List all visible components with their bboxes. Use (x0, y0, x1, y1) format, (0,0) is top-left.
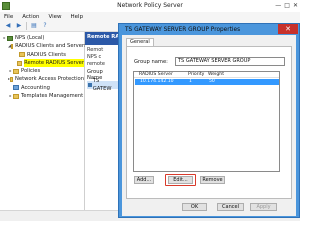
server-address: 10.174.142.10 (140, 79, 174, 84)
list-header: RADIUS Server Priority Weight (134, 72, 279, 78)
column-weight[interactable]: Weight (208, 72, 224, 78)
close-window-button[interactable]: ✕ (293, 2, 298, 9)
panel-description: Remot NPS c remote (87, 47, 119, 68)
folder-icon (19, 52, 25, 58)
description-line: Remot (87, 47, 104, 53)
column-radius-server[interactable]: RADIUS Server (139, 72, 173, 78)
server-priority: 1 (189, 79, 192, 84)
maximize-button[interactable]: □ (284, 2, 290, 9)
server-weight: 50 (209, 79, 215, 84)
cancel-button[interactable]: Cancel (217, 203, 244, 211)
tree-item-templates-management[interactable]: ▸ Templates Management (0, 92, 84, 100)
tree-item-radius-clients-and-servers[interactable]: ◢ RADIUS Clients and Servers (0, 42, 87, 50)
ok-button[interactable]: OK (182, 203, 207, 211)
folder-icon (13, 68, 19, 74)
help-icon[interactable]: ? (41, 22, 49, 30)
dialog-title-bar: TS GATEWAY SERVER GROUP Properties ✕ (119, 24, 299, 35)
properties-icon[interactable]: ▤ (30, 22, 38, 30)
radius-server-list[interactable]: RADIUS Server Priority Weight 10.174.142… (133, 71, 280, 172)
tree-item-label: Remote RADIUS Server (24, 58, 84, 68)
panel-header: Remote RAD (85, 32, 118, 45)
folder-icon (13, 93, 19, 99)
root-icon (7, 35, 13, 41)
group-name-input[interactable]: TS GATEWAY SERVER GROUP (175, 57, 285, 66)
general-tab-panel: Group name: TS GATEWAY SERVER GROUP RADI… (126, 46, 292, 199)
tree-item-nps-local[interactable]: ▸ NPS (Local) (0, 34, 84, 42)
tree-item-remote-radius-server[interactable]: Remote RADIUS Server (0, 58, 84, 68)
tree-item-label: Accounting (21, 84, 50, 91)
column-priority[interactable]: Priority (188, 72, 204, 78)
menu-bar: File Action View Help (0, 12, 300, 21)
forward-icon[interactable]: ▶ (15, 22, 23, 30)
tree-item-label: RADIUS Clients and Servers (15, 43, 87, 50)
tree-item-label: Templates Management (21, 93, 84, 100)
tab-general[interactable]: General (126, 38, 154, 46)
properties-dialog: TS GATEWAY SERVER GROUP Properties ✕ Gen… (118, 23, 300, 218)
window-controls: — □ ✕ (275, 2, 298, 9)
folder-icon (11, 43, 14, 49)
navigation-tree: ▸ NPS (Local) ◢ RADIUS Clients and Servers R… (0, 32, 87, 210)
server-group-icon (88, 83, 92, 87)
group-row-label: TS GATEW (92, 78, 112, 92)
edit-button-highlight (165, 174, 196, 186)
tree-item-network-access-protection[interactable]: ▸ Network Access Protection (0, 75, 84, 83)
dialog-title: TS GATEWAY SERVER GROUP Properties (125, 26, 241, 33)
menu-file[interactable]: File (4, 14, 13, 20)
dialog-close-button[interactable]: ✕ (278, 24, 298, 34)
menu-help[interactable]: Help (71, 14, 84, 20)
dialog-body: General Group name: TS GATEWAY SERVER GR… (122, 35, 296, 216)
menu-action[interactable]: Action (22, 14, 39, 20)
main-title-bar: Network Policy Server — □ ✕ (0, 0, 300, 12)
add-button[interactable]: Add... (134, 176, 154, 184)
toolbar-separator (26, 22, 27, 30)
group-list-row[interactable]: TS GATEW (87, 78, 118, 92)
group-name-label: Group name: (134, 59, 168, 65)
server-icon (13, 85, 19, 91)
description-line: remote (87, 61, 105, 67)
remove-button[interactable]: Remove (200, 176, 225, 184)
tree-item-label: Network Access Protection (15, 76, 84, 83)
tree-item-radius-clients[interactable]: RADIUS Clients (0, 51, 84, 59)
description-line: NPS c (87, 54, 102, 60)
menu-view[interactable]: View (48, 14, 61, 20)
tree-item-label: Policies (21, 68, 41, 75)
folder-icon (17, 60, 23, 66)
folder-icon (10, 77, 14, 83)
back-icon[interactable]: ◀ (4, 22, 12, 30)
window-title: Network Policy Server (117, 2, 183, 9)
tree-item-label: RADIUS Clients (27, 51, 66, 58)
apply-button[interactable]: Apply (250, 203, 277, 211)
tree-item-policies[interactable]: ▸ Policies (0, 67, 84, 75)
minimize-button[interactable]: — (275, 2, 281, 9)
tree-item-label: NPS (Local) (15, 35, 45, 41)
tree-item-accounting[interactable]: Accounting (0, 84, 84, 92)
list-item[interactable]: 10.174.142.10 1 50 (135, 79, 279, 85)
